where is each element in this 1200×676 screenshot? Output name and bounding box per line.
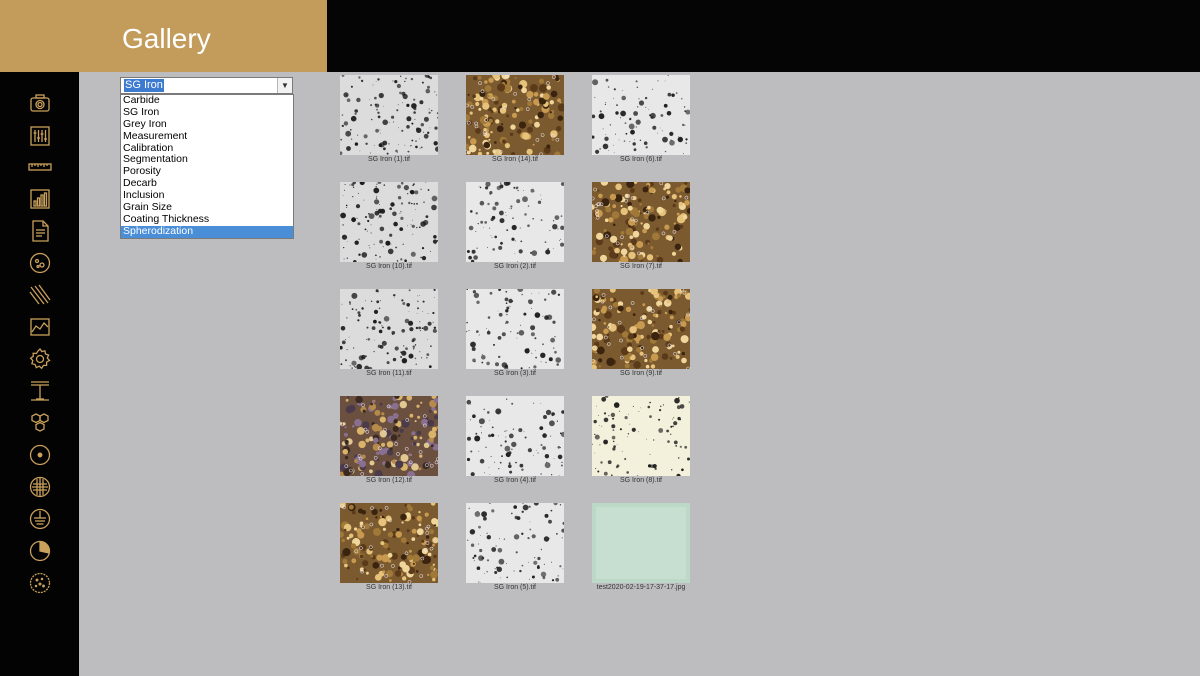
gear-icon[interactable] xyxy=(28,347,52,371)
category-option[interactable]: Spherodization xyxy=(121,225,293,238)
thumbnail-caption: SG Iron (13).tif xyxy=(366,584,412,591)
gallery-thumbnail[interactable] xyxy=(466,289,564,369)
category-option[interactable]: SG Iron xyxy=(121,106,293,119)
chevron-down-icon[interactable]: ▼ xyxy=(277,78,292,93)
gallery-thumbnail[interactable] xyxy=(466,75,564,155)
thumbnail-caption: SG Iron (5).tif xyxy=(493,584,536,591)
thumbnail-caption: SG Iron (7).tif xyxy=(619,263,662,270)
gallery-thumbnail[interactable] xyxy=(340,396,438,476)
thumbnail-caption: SG Iron (12).tif xyxy=(366,477,412,484)
diagonal-lines-icon[interactable] xyxy=(28,283,52,307)
layered-circle-icon[interactable] xyxy=(28,507,52,531)
category-option[interactable]: Coating Thickness xyxy=(121,213,293,226)
gallery-thumbnail[interactable] xyxy=(466,182,564,262)
gallery-thumbnail[interactable] xyxy=(592,182,690,262)
thumbnail-caption: SG Iron (4).tif xyxy=(493,477,536,484)
gallery-thumbnail[interactable] xyxy=(592,503,690,583)
gallery-thumbnail[interactable] xyxy=(340,289,438,369)
gallery-thumbnail[interactable] xyxy=(340,182,438,262)
thumbnail-caption: SG Iron (2).tif xyxy=(493,263,536,270)
category-dropdown-list: Carbide SG Iron Grey Iron Measurement Calibr… xyxy=(120,94,294,239)
speckled-circle-icon[interactable] xyxy=(28,571,52,595)
gallery-thumbnail[interactable] xyxy=(592,75,690,155)
bar-chart-icon[interactable] xyxy=(28,187,52,211)
header-bar xyxy=(327,0,1200,72)
thumbnail-caption: SG Iron (8).tif xyxy=(619,477,662,484)
thumbnail-caption: SG Iron (14).tif xyxy=(492,156,538,163)
document-icon[interactable] xyxy=(28,219,52,243)
thumbnail-caption: SG Iron (6).tif xyxy=(619,156,662,163)
area-chart-icon[interactable] xyxy=(28,315,52,339)
gallery-thumbnail[interactable] xyxy=(340,75,438,155)
thumbnail-caption: SG Iron (11).tif xyxy=(366,370,412,377)
gallery-thumbnail[interactable] xyxy=(340,503,438,583)
hexagon-grid-icon[interactable] xyxy=(28,411,52,435)
thickness-icon[interactable] xyxy=(28,379,52,403)
gallery-thumbnail[interactable] xyxy=(592,289,690,369)
thumbnail-caption: SG Iron (3).tif xyxy=(493,370,536,377)
grain-circle-icon[interactable] xyxy=(28,475,52,499)
gallery-thumbnail[interactable] xyxy=(592,396,690,476)
thumbnail-caption: SG Iron (9).tif xyxy=(619,370,662,377)
dot-circle-icon[interactable] xyxy=(28,443,52,467)
thumbnail-caption: SG Iron (10).tif xyxy=(366,263,412,270)
camera-icon[interactable] xyxy=(28,91,52,115)
category-select[interactable]: SG Iron ▼ xyxy=(120,77,293,94)
category-option[interactable]: Grey Iron xyxy=(121,118,293,131)
ruler-icon[interactable] xyxy=(28,155,52,179)
circle-dots-icon[interactable] xyxy=(28,251,52,275)
page-title: Gallery xyxy=(122,23,211,54)
thumbnail-caption: test2020-02-19-17-37-17.jpg xyxy=(596,584,686,591)
header-title-panel: Gallery xyxy=(0,0,327,72)
gallery-thumbnail[interactable] xyxy=(466,503,564,583)
category-select-value: SG Iron xyxy=(124,79,164,92)
thumbnail-caption: SG Iron (1).tif xyxy=(367,156,410,163)
gallery-thumbnail[interactable] xyxy=(466,396,564,476)
sliders-icon[interactable] xyxy=(28,124,52,148)
pie-chart-icon[interactable] xyxy=(28,539,52,563)
category-option[interactable]: Measurement xyxy=(121,130,293,143)
